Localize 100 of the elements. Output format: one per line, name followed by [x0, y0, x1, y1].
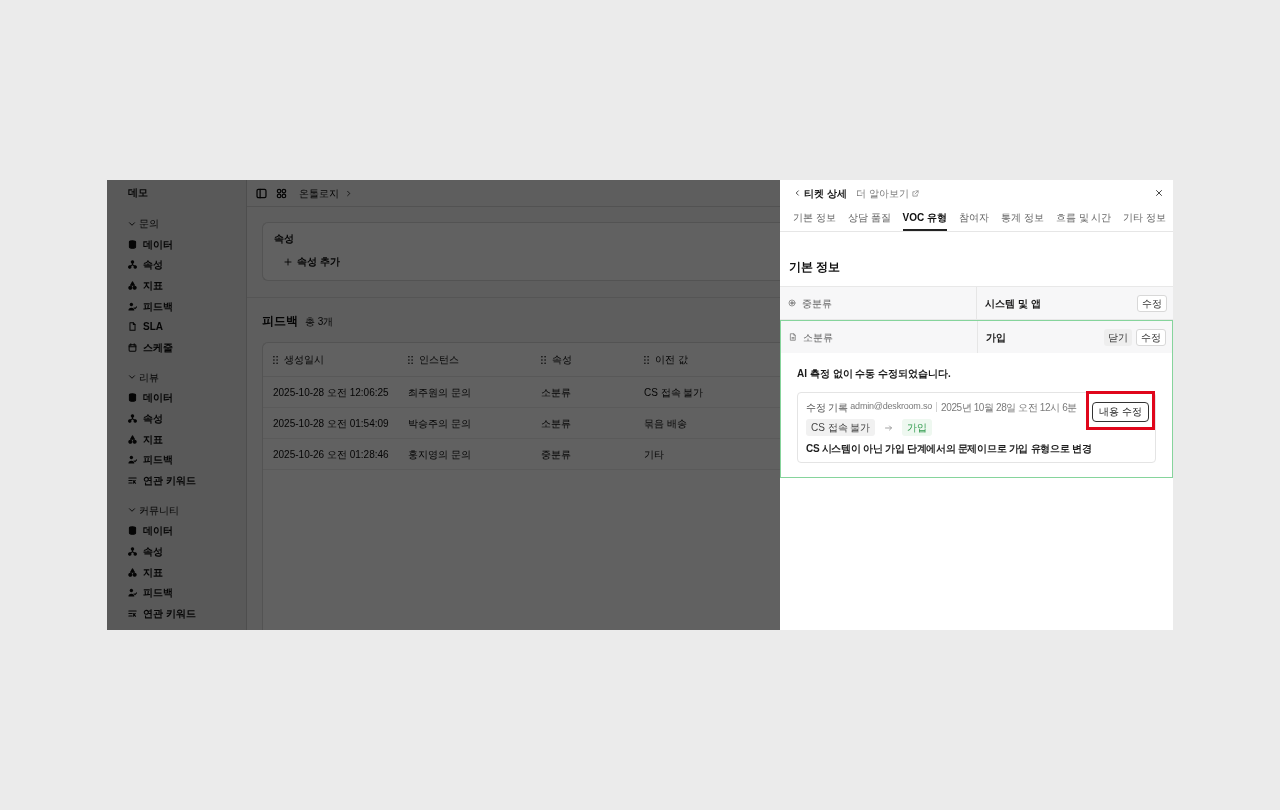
sidebar-item[interactable]: 속성 [128, 254, 163, 276]
shapes-icon [128, 434, 137, 444]
arrow-right-icon [884, 423, 894, 432]
history-date: 2025년 10월 28일 오전 12시 6분 [941, 400, 1077, 415]
sidebar-item[interactable]: 속성 [128, 408, 163, 429]
tab[interactable]: 기타 정보 [1123, 206, 1167, 231]
field-label: 중분류 [802, 296, 832, 311]
column-header: 생성일시 [284, 353, 324, 367]
table-cell-text: 소분류 [541, 416, 571, 431]
document-icon [128, 322, 137, 332]
user-check-icon [128, 455, 137, 465]
field-label: 소분류 [803, 330, 833, 345]
sidebar-item[interactable]: 연관 키워드 [128, 602, 196, 624]
workspace-title: 데모 [128, 185, 148, 200]
nodes-icon [128, 546, 137, 556]
nodes-icon [128, 413, 137, 423]
chevron-right-icon [345, 189, 352, 197]
table-cell-text: 소분류 [541, 385, 571, 400]
shapes-icon [128, 567, 137, 577]
sidebar-item[interactable]: SLA [128, 316, 163, 337]
notice-text: AI 측정 없이 수동 수정되었습니다. [797, 367, 951, 381]
nodes-icon [128, 260, 137, 270]
document-icon [789, 333, 797, 341]
database-icon [128, 239, 137, 249]
section-toggle[interactable]: 커뮤니티 [128, 499, 179, 521]
calendar-icon [128, 342, 137, 352]
change-reason: CS 시스템이 아닌 가입 단계에서의 문제이므로 가입 유형으로 변경 [806, 442, 1092, 456]
panel-title: 티켓 상세 [804, 186, 847, 201]
breadcrumb-link[interactable]: 온톨로지 [299, 185, 339, 201]
user-check-icon [128, 301, 137, 311]
tab[interactable]: 상담 품질 [847, 206, 891, 231]
add-attribute-button[interactable]: 속성 추가 [284, 254, 340, 269]
sidebar-item[interactable]: 데이터 [128, 234, 173, 255]
author-email: admin@deskroom.so [850, 400, 933, 414]
sidebar-item[interactable]: 스케줄 [128, 336, 173, 358]
sidebar-item[interactable]: 지표 [128, 428, 163, 450]
item-count: 총 3개 [305, 315, 334, 329]
edit-button[interactable]: 수정 [1136, 328, 1166, 346]
learn-more-link[interactable]: 더 알아보기 [855, 185, 919, 201]
chevron-down-icon [128, 373, 136, 382]
section-toggle[interactable]: 리뷰 [128, 366, 159, 388]
back-button[interactable] [794, 189, 801, 197]
close-button[interactable]: 닫기 [1104, 328, 1132, 346]
tab[interactable]: VOC 유형 [902, 206, 947, 231]
close-button[interactable] [1155, 189, 1163, 197]
grip-icon [541, 355, 546, 364]
sidebar-item[interactable]: 데이터 [128, 520, 173, 542]
field-value: 시스템 및 앱 [985, 296, 1041, 311]
grip-icon [408, 355, 413, 364]
sidebar-item[interactable]: 피드백 [128, 295, 173, 317]
section-title: 피드백 [262, 313, 298, 330]
sidebar-item[interactable]: 지표 [128, 561, 163, 583]
table-cell-text: 박승주의 문의 [408, 416, 471, 431]
section-title: 기본 정보 [789, 259, 841, 276]
history-label: 수정 기록 [806, 400, 848, 415]
database-icon [128, 393, 137, 403]
chevron-left-icon [794, 189, 801, 197]
new-value-tag: 가입 [902, 419, 933, 436]
close-icon [1155, 189, 1163, 197]
sidebar-item[interactable]: 피드백 [128, 449, 173, 470]
grid-icon [276, 187, 287, 199]
sidebar-item[interactable]: 데이터 [128, 387, 173, 409]
table-cell-text: 2025-10-26 오전 01:28:46 [273, 447, 389, 462]
target-icon [788, 299, 796, 307]
table-cell-text: 중분류 [541, 447, 571, 462]
external-link-icon [911, 189, 919, 197]
sidebar-item[interactable]: 속성 [128, 541, 163, 562]
table-cell-text: 묶음 배송 [644, 416, 687, 431]
tab[interactable]: 흐름 및 시간 [1055, 206, 1112, 231]
table-cell-text: CS 접속 불가 [644, 385, 704, 400]
edit-content-button[interactable]: 내용 수정 [1092, 401, 1149, 422]
sidebar-item[interactable]: 지표 [128, 275, 163, 296]
edit-button[interactable]: 수정 [1137, 294, 1167, 312]
user-check-icon [128, 588, 137, 598]
column-header: 인스턴스 [419, 353, 459, 367]
column-header: 이전 값 [655, 353, 688, 367]
apps-button[interactable] [276, 187, 287, 199]
sidebar-item[interactable]: 피드백 [128, 582, 173, 603]
sidebar-toggle-icon [256, 187, 267, 199]
plus-icon [284, 257, 292, 266]
database-icon [128, 526, 137, 536]
table-cell-text: 최주원의 문의 [408, 385, 471, 400]
tab[interactable]: 기본 정보 [793, 206, 836, 231]
sidebar-item[interactable]: 연관 키워드 [128, 469, 196, 491]
grip-icon [644, 355, 649, 364]
table-cell-text: 2025-10-28 오전 12:06:25 [273, 385, 389, 400]
chevron-down-icon [128, 219, 136, 228]
section-toggle[interactable]: 문의 [128, 213, 159, 234]
tab[interactable]: 참여자 [959, 206, 989, 231]
chevron-down-icon [128, 506, 136, 515]
previous-value-tag: CS 접속 불가 [806, 419, 876, 436]
sidebar-toggle-button[interactable] [256, 187, 267, 199]
table-cell-text: 2025-10-28 오전 01:54:09 [273, 416, 389, 431]
grip-icon [273, 355, 278, 364]
card-title: 속성 [274, 232, 294, 246]
column-header: 속성 [552, 353, 572, 367]
tab[interactable]: 통계 정보 [1001, 206, 1044, 231]
shapes-icon [128, 281, 137, 290]
table-cell-text: 기타 [644, 447, 664, 462]
field-value: 가입 [986, 330, 1006, 345]
